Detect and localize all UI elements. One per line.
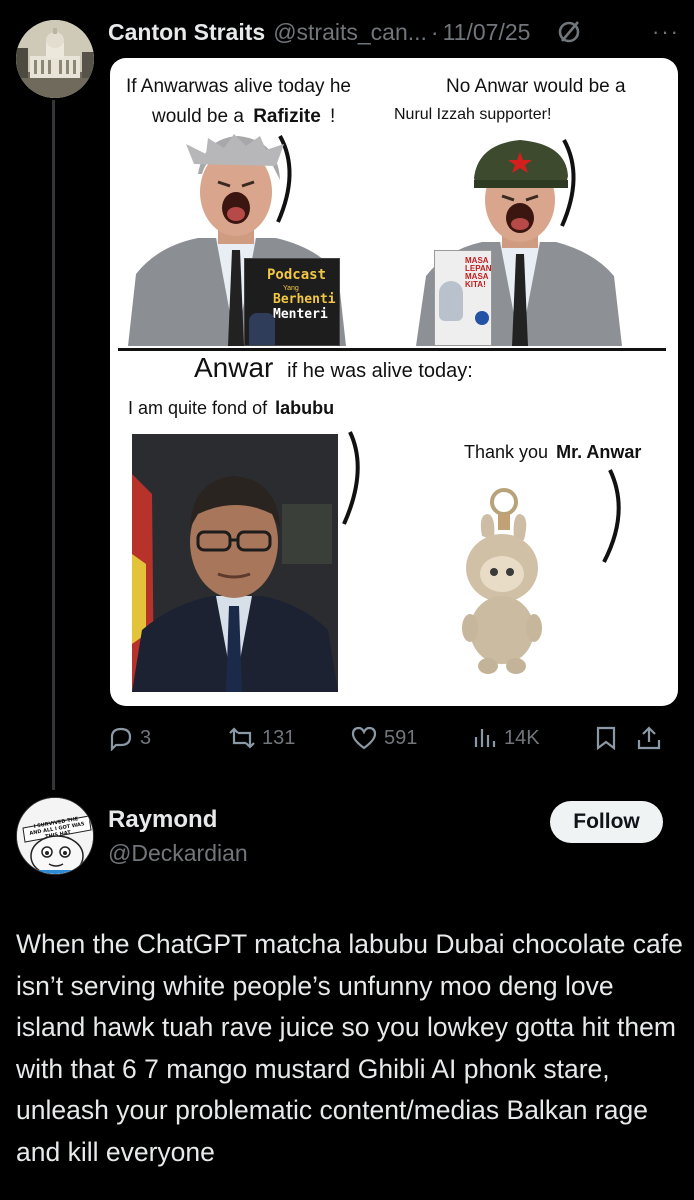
podcast-host-figure bbox=[249, 313, 275, 345]
meme-text-mr-anwar: Mr. Anwar bbox=[556, 442, 642, 462]
book-cover-image: MASA LEPAN MASA KITA! bbox=[434, 250, 492, 346]
meme-caption-top-left-2: would be a Rafizite ! bbox=[152, 106, 335, 128]
views-chart-icon bbox=[474, 729, 496, 747]
thread-connector-line bbox=[52, 100, 55, 790]
raymond-avatar[interactable]: I SURVIVED THE AND ALL I GOT WAS THIS HA… bbox=[16, 797, 94, 875]
repost-count: 131 bbox=[262, 726, 296, 749]
meme-text: I am quite fond of bbox=[128, 398, 268, 418]
post2-header: Raymond @Deckardian bbox=[108, 806, 248, 867]
meme-text: Thank you bbox=[464, 442, 549, 462]
post-date[interactable]: 11/07/25 bbox=[443, 19, 531, 46]
podcast-sub: Yang bbox=[283, 285, 299, 292]
repost-button[interactable]: 131 bbox=[228, 725, 350, 751]
speech-bracket-icon bbox=[602, 469, 621, 563]
podcast-sub: Berhenti bbox=[273, 292, 336, 307]
share-icon bbox=[637, 726, 661, 750]
meme-anwar-word: Anwar bbox=[194, 352, 274, 383]
meme-divider-title: Anwar if he was alive today: bbox=[194, 352, 473, 384]
separator-dot: · bbox=[430, 18, 439, 45]
podcast-title: Podcast bbox=[267, 267, 327, 283]
meme-text-labubu: labubu bbox=[275, 398, 335, 418]
grok-icon[interactable] bbox=[556, 19, 582, 45]
reply-icon bbox=[110, 727, 132, 751]
post-media-image[interactable]: If Anwarwas alive today he would be a Ra… bbox=[110, 58, 678, 706]
anwar-portrait-icon bbox=[132, 434, 338, 692]
like-button[interactable]: 591 bbox=[350, 725, 472, 751]
author-handle[interactable]: @straits_can... bbox=[273, 19, 427, 46]
book-logo-icon bbox=[475, 311, 489, 325]
canton-straits-avatar[interactable] bbox=[16, 20, 94, 98]
author-handle[interactable]: @Deckardian bbox=[108, 840, 248, 867]
heart-icon bbox=[351, 726, 377, 750]
bookmark-icon bbox=[596, 726, 616, 751]
author-name[interactable]: Raymond bbox=[108, 806, 248, 834]
meme-divider-rest: if he was alive today: bbox=[287, 360, 473, 382]
speech-bracket-icon bbox=[342, 431, 360, 525]
views-count: 14K bbox=[504, 726, 540, 749]
views-button[interactable]: 14K bbox=[472, 725, 594, 751]
meme-caption-bottom-left: I am quite fond of labubu bbox=[128, 398, 334, 419]
post-action-bar: 3 131 591 14K bbox=[108, 718, 676, 758]
reply-count: 3 bbox=[140, 726, 152, 749]
bookmark-button[interactable] bbox=[594, 725, 636, 751]
more-options-icon[interactable]: ··· bbox=[652, 19, 680, 45]
tweet-body-text: When the ChatGPT matcha labubu Dubai cho… bbox=[16, 929, 683, 1167]
post-header: Canton Straits @straits_can... · 11/07/2… bbox=[108, 14, 680, 50]
author-name[interactable]: Canton Straits bbox=[108, 19, 265, 46]
meme-caption-top-right-1: No Anwar would be a bbox=[446, 76, 626, 97]
podcast-sub: Menteri bbox=[273, 307, 328, 322]
anwar-photo-image bbox=[132, 434, 338, 692]
meme-text: would be a bbox=[152, 106, 244, 127]
reply-button[interactable]: 3 bbox=[108, 725, 228, 751]
building-photo-icon bbox=[16, 20, 94, 98]
meme-caption-top-left-1: If Anwarwas alive today he bbox=[126, 76, 351, 97]
follow-button[interactable]: Follow bbox=[550, 801, 663, 843]
meme-caption-bottom-right: Thank you Mr. Anwar bbox=[464, 442, 641, 463]
meme-text-rafizite: Rafizite bbox=[253, 106, 321, 127]
share-button[interactable] bbox=[636, 725, 666, 751]
book-portrait bbox=[439, 281, 463, 321]
meme-divider-line bbox=[118, 348, 666, 351]
labubu-keychain-image bbox=[462, 488, 542, 674]
book-title: KITA! bbox=[465, 280, 486, 289]
meme-caption-top-right-2: Nurul Izzah supporter! bbox=[394, 106, 552, 123]
meme-text: ! bbox=[330, 106, 336, 127]
like-count: 591 bbox=[384, 726, 418, 749]
repost-icon bbox=[229, 727, 255, 749]
podcast-thumbnail-image: Podcast Yang Berhenti Menteri bbox=[244, 258, 340, 346]
